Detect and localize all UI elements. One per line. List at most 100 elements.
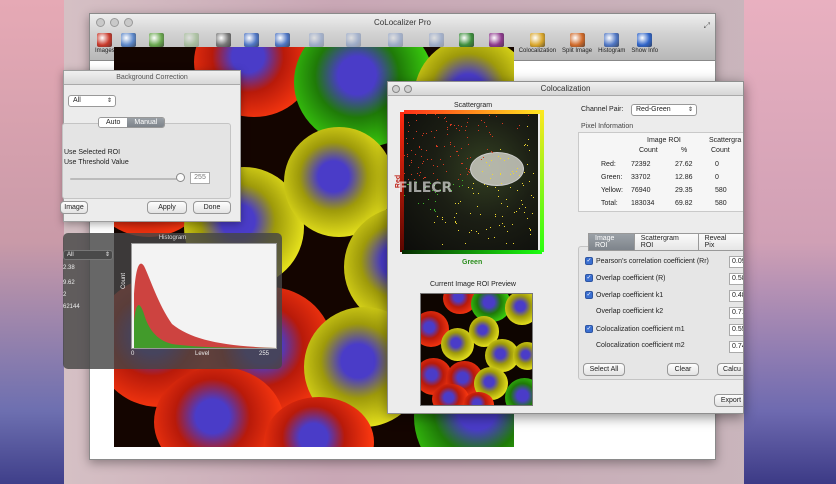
scatter-point	[422, 163, 424, 165]
tab-reveal-pix[interactable]: Reveal Pix	[697, 233, 743, 251]
channel-select[interactable]: All ⇕	[68, 95, 116, 107]
scatter-point	[498, 155, 500, 157]
done-button[interactable]: Done	[193, 201, 231, 214]
roi-preview-image	[420, 293, 533, 406]
scatter-point	[419, 146, 421, 148]
coefficients-tab-panel: ✓ Pearson's correlation coefficient (Rr) 0…	[578, 246, 743, 380]
scatter-point	[456, 128, 458, 130]
roi-preview-label: Current Image ROI Preview	[430, 281, 516, 288]
pixel-row-count: 72392	[631, 161, 651, 168]
mode-tab-auto[interactable]: Auto	[99, 118, 128, 127]
scatter-point	[462, 163, 464, 165]
scatter-point	[491, 135, 493, 137]
close-window-button[interactable]	[392, 85, 400, 93]
pixel-row-percent: 29.35	[675, 187, 693, 194]
scatter-point	[418, 174, 420, 176]
apply-button[interactable]: Apply	[147, 201, 187, 214]
scatter-point	[435, 114, 437, 116]
scatter-point	[471, 229, 473, 231]
pixel-row-label: Yellow:	[601, 187, 623, 194]
scatter-point	[417, 172, 419, 174]
zoom-window-button[interactable]	[124, 18, 133, 27]
scatter-point	[458, 129, 460, 131]
scatter-point	[446, 133, 448, 135]
toolbar-colocalization-button[interactable]: Colocalization	[516, 32, 559, 54]
pixel-row-count2: 0	[715, 174, 719, 181]
close-window-button[interactable]	[96, 18, 105, 27]
scatter-point	[433, 221, 435, 223]
use-selected-roi-option[interactable]: Use Selected ROI	[64, 149, 120, 156]
image-button[interactable]: Image	[60, 201, 88, 214]
minimize-window-button[interactable]	[110, 18, 119, 27]
mode-segmented-control[interactable]: Auto Manual	[98, 117, 166, 128]
scatter-point	[449, 124, 451, 126]
calculate-button[interactable]: Calcu	[717, 363, 743, 376]
scatter-point	[404, 172, 405, 174]
mode-tab-manual[interactable]: Manual	[127, 118, 165, 127]
background-correction-title[interactable]: Background Correction	[64, 71, 240, 85]
scatter-point	[440, 158, 442, 160]
scatter-point	[515, 211, 517, 213]
scatter-point	[460, 201, 462, 203]
coefficient-checkbox[interactable]: ✓	[585, 257, 593, 265]
threshold-value-field[interactable]: 255	[190, 172, 210, 184]
scatter-point	[450, 141, 452, 143]
scatter-point	[407, 121, 409, 123]
histogram-xmin: 0	[131, 351, 135, 357]
coefficient-value-field[interactable]: 0.58	[729, 273, 743, 285]
scatter-point	[527, 163, 529, 165]
scatter-point	[467, 143, 469, 145]
scatter-point	[470, 156, 472, 158]
export-button[interactable]: Export	[714, 394, 743, 407]
toolbar-show-info-button[interactable]: Show Info	[628, 32, 661, 54]
scatter-point	[507, 158, 509, 160]
scatter-point	[466, 167, 468, 169]
scatter-point	[446, 170, 448, 172]
scatter-point	[489, 134, 491, 136]
scatter-point	[468, 117, 470, 119]
minimize-window-button[interactable]	[404, 85, 412, 93]
scatter-point	[434, 210, 436, 212]
scatter-point	[483, 184, 485, 186]
threshold-slider-track[interactable]	[70, 178, 182, 180]
scatter-point	[435, 129, 437, 131]
scatter-point	[455, 223, 457, 225]
coefficient-value-field[interactable]: 0.74	[729, 341, 743, 353]
scattergram-roi-ellipse[interactable]	[470, 152, 524, 186]
pixel-row-percent: 27.62	[675, 161, 693, 168]
scatter-point	[454, 146, 456, 148]
coefficient-checkbox[interactable]: ✓	[585, 291, 593, 299]
select-all-button[interactable]: Select All	[583, 363, 625, 376]
scatter-point	[410, 159, 412, 161]
coefficient-value-field[interactable]: 0.48	[729, 290, 743, 302]
cell-blob	[505, 378, 532, 405]
toolbar-histogram-button[interactable]: Histogram	[595, 32, 628, 54]
threshold-slider-thumb[interactable]	[176, 173, 185, 182]
channel-pair-select[interactable]: Red-Green ⇕	[631, 104, 697, 116]
coefficient-checkbox[interactable]: ✓	[585, 325, 593, 333]
scatter-point	[477, 125, 479, 127]
toolbar-split-image-button[interactable]: Split Image	[559, 32, 595, 54]
background-correction-panel: Background Correction All ⇕ Auto Manual …	[60, 70, 241, 222]
scatter-point	[419, 171, 421, 173]
toolbar-label: Split Image	[562, 48, 593, 54]
fullscreen-icon[interactable]: ⤢	[704, 17, 710, 35]
scatter-point	[442, 219, 444, 221]
scatter-point	[431, 158, 433, 160]
scatter-point	[457, 150, 459, 152]
histogram-channel-select[interactable]: All ⇕	[63, 250, 113, 260]
scatter-point	[458, 178, 460, 180]
main-titlebar[interactable]: CoLocalizer Pro ⤢	[90, 14, 715, 32]
tab-image-roi[interactable]: Image ROI	[588, 233, 635, 251]
colocalization-titlebar[interactable]: Colocalization	[388, 82, 743, 96]
pixel-information-table: Image ROI Scattergra Count % Count Red: 7…	[578, 132, 743, 212]
scatter-point	[475, 231, 477, 233]
coefficient-value-field[interactable]: 0.09	[729, 256, 743, 268]
scatter-point	[461, 125, 463, 127]
tab-scattergram-roi[interactable]: Scattergram ROI	[633, 233, 699, 251]
coefficient-checkbox[interactable]: ✓	[585, 274, 593, 282]
coefficient-value-field[interactable]: 0.71	[729, 307, 743, 319]
use-threshold-value-option[interactable]: Use Threshold Value	[64, 159, 129, 166]
clear-button[interactable]: Clear	[667, 363, 699, 376]
coefficient-value-field[interactable]: 0.55	[729, 324, 743, 336]
